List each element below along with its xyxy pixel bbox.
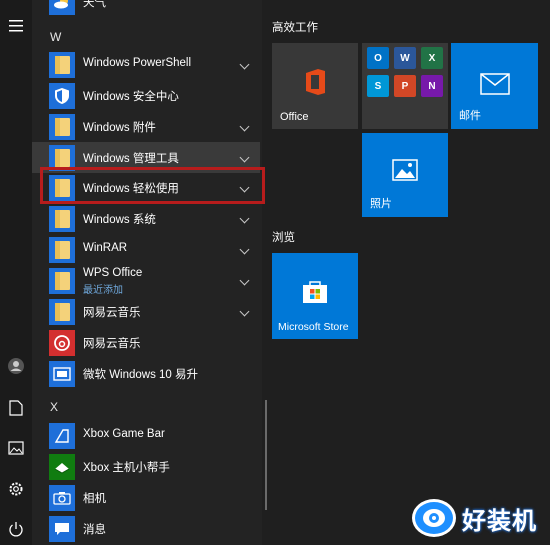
app-label: 消息: [83, 524, 106, 536]
app-item-powershell[interactable]: Windows PowerShell: [32, 49, 260, 80]
app-item-weather[interactable]: 天气: [32, 0, 260, 17]
chevron-down-icon[interactable]: [239, 306, 250, 317]
word-icon: W: [394, 47, 416, 69]
folder-icon: [49, 206, 75, 232]
app-label: Windows 附件: [83, 122, 156, 134]
office-logo-icon: [303, 68, 327, 101]
app-item-wps-office[interactable]: WPS Office 最近添加: [32, 265, 260, 296]
tile-label: 照片: [370, 198, 392, 210]
camera-icon: [49, 485, 75, 511]
chevron-down-icon[interactable]: [239, 213, 250, 224]
tile-label: 邮件: [459, 110, 481, 122]
section-header-w[interactable]: W: [50, 30, 61, 44]
highlight-annotation-box: [40, 167, 265, 204]
tile-label: Office: [280, 111, 309, 123]
app-label: Windows PowerShell: [83, 57, 192, 69]
tile-photos[interactable]: 照片: [362, 133, 448, 217]
app-item-netease-folder[interactable]: 网易云音乐: [32, 296, 260, 327]
app-label: 相机: [83, 493, 106, 505]
folder-icon: [49, 268, 75, 294]
netease-music-icon: [49, 330, 75, 356]
mail-envelope-icon: [480, 73, 510, 100]
app-item-messaging[interactable]: 消息: [32, 513, 260, 544]
settings-gear-icon[interactable]: [0, 473, 32, 505]
group-title-browse[interactable]: 浏览: [272, 229, 295, 245]
tile-office-apps-folder[interactable]: O W X S P N: [362, 43, 448, 129]
tile-office[interactable]: Office: [272, 43, 358, 129]
app-label: Windows 安全中心: [83, 91, 179, 103]
app-item-xbox-companion[interactable]: Xbox 主机小帮手: [32, 451, 260, 482]
tile-label: Microsoft Store: [278, 321, 349, 333]
chevron-down-icon[interactable]: [239, 59, 250, 70]
onenote-icon: N: [421, 75, 443, 97]
documents-icon[interactable]: [0, 392, 32, 424]
app-label: WinRAR: [83, 242, 128, 254]
xbox-companion-icon: [49, 454, 75, 480]
section-header-x[interactable]: X: [50, 400, 58, 414]
watermark-logo-icon: [412, 499, 456, 537]
watermark: 好装机: [412, 494, 550, 542]
shield-icon: [49, 83, 75, 109]
app-label: 网易云音乐: [83, 338, 141, 350]
app-label: Xbox 主机小帮手: [83, 462, 170, 474]
message-icon: [49, 516, 75, 542]
app-item-netease-music[interactable]: 网易云音乐: [32, 327, 260, 358]
chevron-down-icon[interactable]: [239, 121, 250, 132]
app-item-winrar[interactable]: WinRAR: [32, 234, 260, 265]
app-label: 微软 Windows 10 易升: [83, 369, 199, 381]
chevron-down-icon[interactable]: [239, 244, 250, 255]
app-item-upgrade-assistant[interactable]: 微软 Windows 10 易升: [32, 358, 260, 389]
user-avatar-icon[interactable]: [0, 350, 32, 382]
app-label: Windows 管理工具: [83, 153, 179, 165]
excel-icon: X: [421, 47, 443, 69]
menu-icon[interactable]: [0, 10, 32, 42]
app-list-scrollbar[interactable]: [265, 400, 267, 510]
app-item-security-center[interactable]: Windows 安全中心: [32, 80, 260, 111]
watermark-text: 好装机: [462, 506, 537, 535]
app-label: 天气: [83, 0, 106, 9]
folder-icon: [49, 52, 75, 78]
app-list: 天气 W Windows PowerShell Windows 安全中心 Win…: [32, 0, 262, 545]
pictures-icon[interactable]: [0, 432, 32, 464]
xbox-game-bar-icon: [49, 423, 75, 449]
upgrade-assistant-icon: [49, 361, 75, 387]
folder-icon: [49, 299, 75, 325]
power-icon[interactable]: [0, 513, 32, 545]
group-title-productivity[interactable]: 高效工作: [272, 19, 318, 35]
app-item-camera[interactable]: 相机: [32, 482, 260, 513]
app-item-windows-system[interactable]: Windows 系统: [32, 203, 260, 234]
app-item-accessories[interactable]: Windows 附件: [32, 111, 260, 142]
store-bag-icon: [301, 279, 329, 310]
app-label: Xbox Game Bar: [83, 428, 165, 440]
app-item-xbox-game-bar[interactable]: Xbox Game Bar: [32, 420, 260, 451]
recently-added-label: 最近添加: [83, 285, 123, 296]
chevron-down-icon[interactable]: [239, 275, 250, 286]
weather-icon: [49, 0, 75, 15]
outlook-icon: O: [367, 47, 389, 69]
photos-icon: [392, 159, 418, 186]
folder-icon: [49, 114, 75, 140]
tile-mail[interactable]: 邮件: [451, 43, 538, 129]
tile-microsoft-store[interactable]: Microsoft Store: [272, 253, 358, 339]
chevron-down-icon[interactable]: [239, 152, 250, 163]
start-rail: [0, 0, 32, 545]
app-label: 网易云音乐: [83, 307, 141, 319]
app-label: WPS Office: [83, 267, 143, 279]
folder-icon: [49, 237, 75, 263]
app-label: Windows 系统: [83, 214, 156, 226]
powerpoint-icon: P: [394, 75, 416, 97]
skype-icon: S: [367, 75, 389, 97]
